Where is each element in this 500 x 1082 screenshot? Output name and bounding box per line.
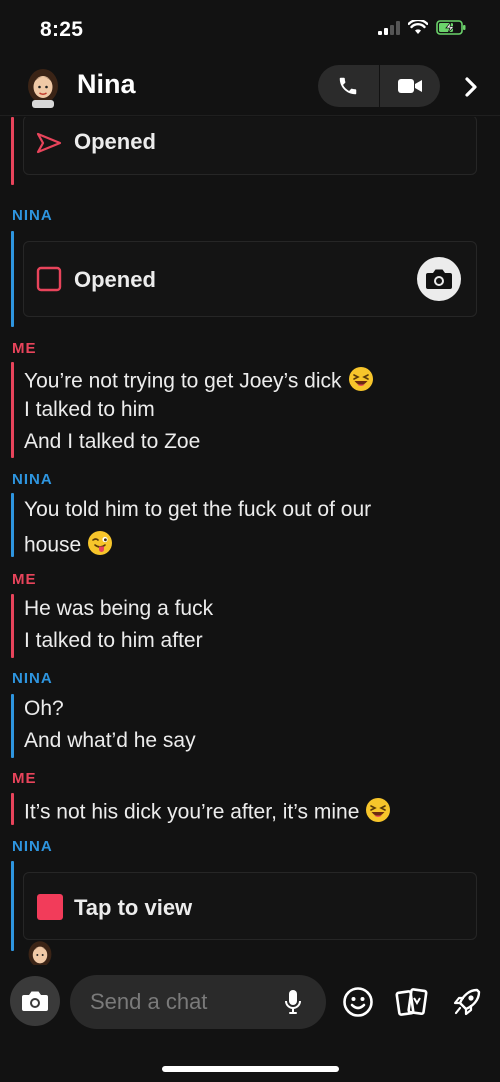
- snap-card-received[interactable]: Opened: [23, 241, 477, 317]
- chat-thread[interactable]: Opened NINA Opened ME You’re not trying …: [0, 117, 500, 965]
- sender-label-me: ME: [12, 571, 37, 588]
- sender-label-nina: NINA: [12, 471, 53, 488]
- laughing-emoji-icon: [348, 366, 374, 398]
- phone-icon: [340, 77, 357, 95]
- message-line: And what’d he say: [24, 729, 196, 752]
- message-text: house: [24, 530, 113, 562]
- status-icons: [378, 18, 466, 40]
- chevron-right-icon[interactable]: [458, 72, 484, 102]
- sender-bar-nina: [11, 861, 14, 951]
- message-line: You told him to get the fuck out of our: [24, 498, 372, 521]
- message-line: He was being a fuck: [24, 597, 214, 620]
- read-receipt-avatar: [24, 939, 56, 965]
- cards-icon: [395, 988, 428, 1016]
- sender-bar-me: [11, 117, 14, 185]
- signal-icon: [378, 20, 400, 40]
- message-text: It’s not his dick you’re after, it’s min…: [24, 797, 391, 829]
- sender-label-me: ME: [12, 770, 37, 787]
- message-line: Oh?: [24, 697, 64, 720]
- camera-button[interactable]: [10, 976, 60, 1026]
- snap-status: Opened: [74, 267, 156, 292]
- unopened-snap-icon: [36, 894, 64, 925]
- composer-bar: [0, 966, 500, 1082]
- snap-card-sent[interactable]: Opened: [23, 117, 477, 175]
- sender-bar-me: [11, 594, 14, 658]
- contact-avatar[interactable]: [22, 66, 64, 108]
- voice-call-button[interactable]: [318, 65, 379, 107]
- video-camera-icon: [397, 79, 422, 93]
- rocket-icon: [453, 988, 481, 1016]
- message-line: It’s not his dick you’re after, it’s min…: [24, 800, 360, 824]
- contact-name[interactable]: Nina: [77, 69, 136, 100]
- sent-arrow-icon: [36, 132, 62, 159]
- message-line: And I talked to Zoe: [24, 430, 201, 453]
- winking-tongue-emoji-icon: [87, 530, 113, 562]
- sender-bar-nina: [11, 694, 14, 758]
- sender-bar-me: [11, 362, 14, 458]
- message-line: house: [24, 533, 82, 557]
- message-line: I talked to him: [24, 398, 155, 421]
- home-indicator[interactable]: [162, 1066, 339, 1072]
- call-actions: [318, 65, 440, 107]
- sender-label-nina: NINA: [12, 207, 53, 224]
- status-bar: 8:25: [0, 0, 500, 58]
- sender-bar-nina: [11, 231, 14, 327]
- message-text: You’re not trying to get Joey’s dick: [24, 366, 374, 398]
- chat-header: Nina: [0, 58, 500, 116]
- snap-status: Opened: [74, 129, 156, 154]
- message-line: You’re not trying to get Joey’s dick: [24, 369, 342, 393]
- opened-square-icon: [36, 266, 62, 297]
- snap-card-unopened[interactable]: Tap to view: [23, 872, 477, 940]
- laughing-emoji-icon: [365, 797, 391, 829]
- sticker-smiley-button[interactable]: [340, 984, 376, 1020]
- battery-charging-icon: [436, 20, 466, 40]
- tap-to-view-label: Tap to view: [74, 895, 193, 920]
- status-time: 8:25: [40, 18, 84, 41]
- message-line: I talked to him after: [24, 629, 203, 652]
- camera-reply-icon[interactable]: [416, 256, 462, 307]
- microphone-icon[interactable]: [284, 989, 302, 1020]
- wifi-icon: [407, 18, 429, 40]
- sender-label-nina: NINA: [12, 670, 53, 687]
- video-call-button[interactable]: [380, 65, 441, 107]
- sender-bar-me: [11, 793, 14, 825]
- camera-icon: [22, 991, 48, 1011]
- smiley-icon: [343, 987, 373, 1017]
- sender-label-me: ME: [12, 340, 37, 357]
- sender-bar-nina: [11, 493, 14, 557]
- sender-label-nina: NINA: [12, 838, 53, 855]
- games-rocket-button[interactable]: [449, 984, 485, 1020]
- cards-button[interactable]: [394, 984, 430, 1020]
